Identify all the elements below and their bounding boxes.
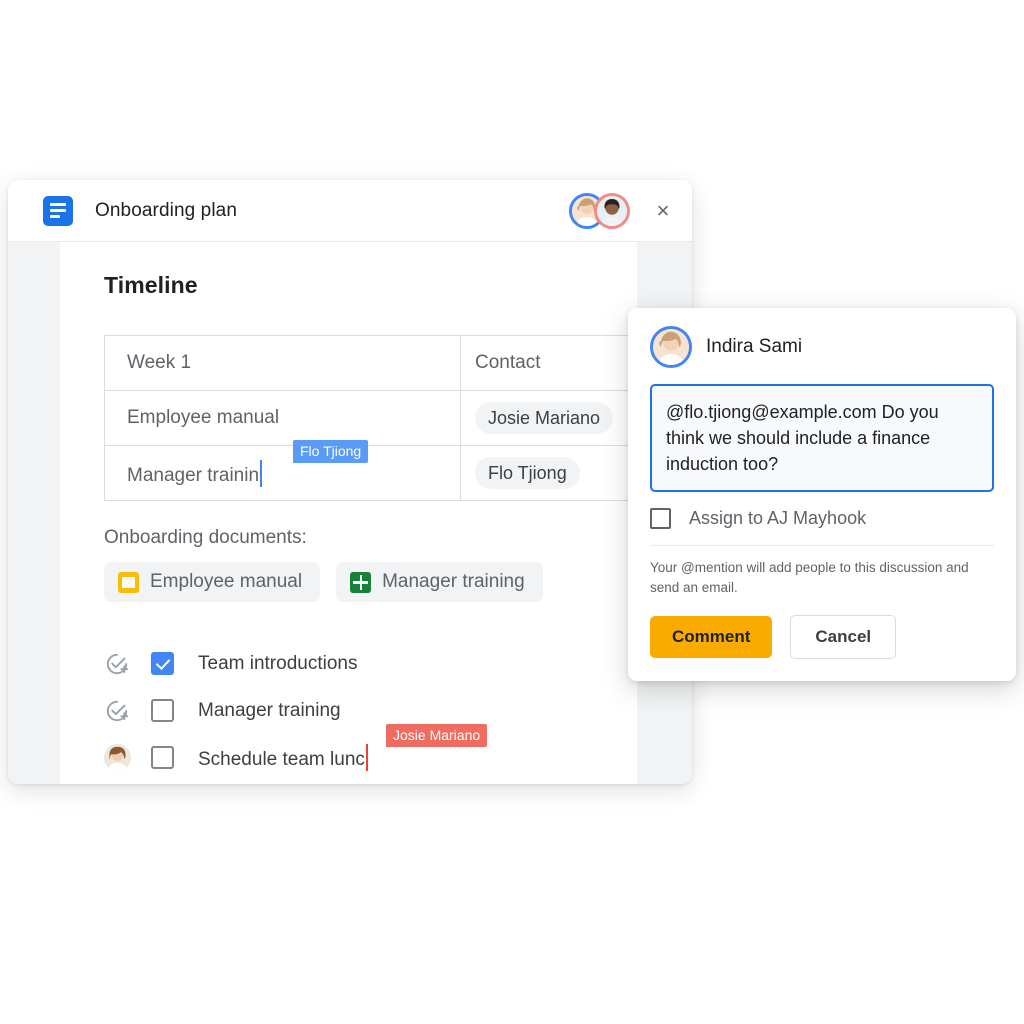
add-task-icon[interactable] — [104, 651, 134, 677]
checklist-label-text: Schedule team lunc — [198, 749, 365, 770]
checklist-label: Schedule team lunc Josie Mariano — [198, 724, 488, 771]
file-chip-label: Employee manual — [150, 571, 303, 592]
table-row: Employee manual Josie Mariano — [104, 390, 671, 446]
collab-caret-flo — [260, 459, 263, 487]
file-chip-manager-training[interactable]: Manager training — [336, 562, 543, 602]
mention-hint: Your @mention will add people to this di… — [650, 560, 969, 595]
file-chip-label: Manager training — [382, 571, 525, 592]
table-row: Manager trainin Flo Tjiong Flo Tjiong — [104, 440, 671, 501]
avatar-comment-author — [650, 326, 692, 368]
assignee-avatar[interactable] — [104, 744, 134, 771]
page-title: Timeline — [104, 272, 198, 298]
collab-caret-josie — [365, 744, 368, 771]
assign-checkbox[interactable] — [650, 508, 671, 530]
divider — [650, 545, 994, 547]
person-chip[interactable]: Flo Tjiong — [475, 456, 580, 490]
add-task-icon[interactable] — [104, 698, 134, 724]
table-cell-task[interactable]: Week 1 — [104, 335, 461, 391]
screenshot-stage: Onboarding plan × Timeline Week 1 Contac… — [0, 0, 1024, 1024]
checkbox-manager-training[interactable] — [151, 699, 174, 722]
sheets-icon — [350, 571, 372, 593]
avatar-aj-mayhook[interactable] — [594, 192, 630, 229]
collab-cursor-label-flo: Flo Tjiong — [293, 440, 369, 464]
close-icon[interactable]: × — [650, 198, 676, 224]
collaborator-avatars[interactable] — [569, 191, 630, 231]
comment-input[interactable]: @flo.tjiong@example.com Do you think we … — [650, 384, 994, 493]
checkbox-team-introductions[interactable] — [151, 652, 174, 675]
comment-cancel-button[interactable]: Cancel — [790, 615, 897, 660]
person-chip[interactable]: Josie Mariano — [475, 401, 614, 435]
checklist-item: Manager training — [104, 687, 597, 734]
checkbox-schedule-team-lunch[interactable] — [151, 746, 174, 769]
document-header: Onboarding plan × — [8, 180, 692, 242]
document-chip-row: Employee manual Manager training — [104, 562, 597, 602]
table-row: Week 1 Contact — [104, 335, 671, 391]
comment-popup: Indira Sami @flo.tjiong@example.com Do y… — [628, 308, 1016, 682]
table-cell-task-text: Manager trainin — [127, 464, 260, 486]
table-cell-task[interactable]: Employee manual — [104, 390, 461, 446]
checklist-label: Team introductions — [198, 652, 358, 674]
collab-cursor-label-josie: Josie Mariano — [386, 724, 488, 748]
page-gutter-left — [8, 242, 60, 784]
comment-actions: Comment Cancel — [650, 615, 994, 660]
google-docs-icon — [43, 195, 73, 226]
assign-label: Assign to AJ Mayhook — [689, 508, 867, 529]
comment-author-name: Indira Sami — [706, 336, 803, 357]
document-body: Timeline Week 1 Contact Employee manual … — [8, 242, 692, 784]
comment-author-row: Indira Sami — [650, 326, 994, 368]
file-chip-employee-manual[interactable]: Employee manual — [104, 562, 321, 602]
document-page: Timeline Week 1 Contact Employee manual … — [60, 242, 671, 784]
checklist-label: Manager training — [198, 699, 341, 721]
avatar — [104, 744, 131, 771]
assign-row: Assign to AJ Mayhook — [650, 508, 994, 545]
document-window: Onboarding plan × Timeline Week 1 Contac… — [8, 180, 692, 784]
checklist-item: Team introductions — [104, 640, 597, 687]
document-title: Onboarding plan — [95, 199, 237, 221]
header-right-group: × — [569, 191, 676, 231]
slides-icon — [118, 571, 139, 593]
comment-submit-button[interactable]: Comment — [650, 616, 773, 659]
timeline-table: Week 1 Contact Employee manual Josie Mar… — [104, 335, 671, 501]
table-cell-task[interactable]: Manager trainin Flo Tjiong — [104, 440, 461, 501]
checklist-item: Schedule team lunc Josie Mariano — [104, 724, 597, 781]
documents-section-label: Onboarding documents: — [104, 527, 307, 548]
